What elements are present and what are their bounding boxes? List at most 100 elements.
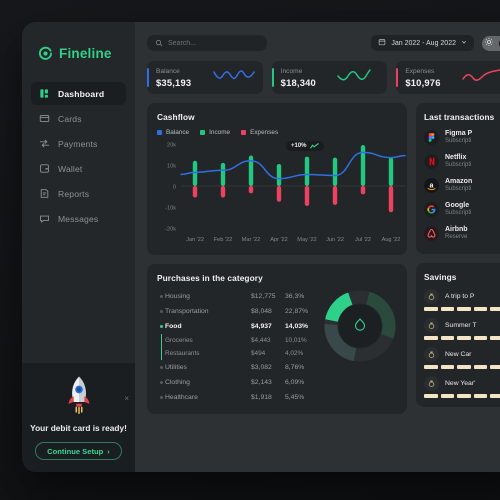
promo-text: Your debit card is ready! xyxy=(30,422,127,433)
category-bullet xyxy=(157,366,165,369)
svg-text:0: 0 xyxy=(173,185,176,191)
calendar-icon xyxy=(378,38,386,48)
svg-text:Jan '22: Jan '22 xyxy=(186,237,204,243)
transaction-row[interactable]: a Amazon Subscripti xyxy=(424,173,500,197)
category-bullet xyxy=(157,295,165,298)
theme-toggle[interactable] xyxy=(482,35,500,51)
transaction-name: Amazon xyxy=(445,178,473,185)
savings-goal-name: Summer T xyxy=(445,322,477,329)
savings-goal-row[interactable]: A trip to P xyxy=(424,289,500,311)
cashflow-panel: Cashflow Balance Income Expenses +10% 20… xyxy=(147,103,407,255)
dashboard-icon xyxy=(39,88,50,99)
purchases-panel: Purchases in the category Housing $12,775… xyxy=(147,264,407,414)
sidebar-item-reports[interactable]: Reports xyxy=(31,182,126,205)
stat-card-balance[interactable]: Balance $35,193 xyxy=(147,61,263,94)
category-percent: 36,3% xyxy=(285,293,305,300)
category-row[interactable]: Clothing $2,143 6,09% xyxy=(157,375,317,390)
transaction-name: Airbnb xyxy=(445,226,468,233)
progress-segment xyxy=(440,365,455,369)
date-range-picker[interactable]: Jan 2022 - Aug 2022 xyxy=(371,35,474,51)
svg-text:-10k: -10k xyxy=(165,206,176,212)
category-name: Transportation xyxy=(165,308,209,315)
sidebar-item-wallet[interactable]: Wallet xyxy=(31,157,126,180)
category-row[interactable]: Healthcare $1,918 5,45% xyxy=(157,390,317,405)
transaction-category: Subscripti xyxy=(445,138,472,144)
search-input[interactable] xyxy=(168,39,259,47)
rocket-icon xyxy=(57,373,101,417)
savings-goal-name: A trip to P xyxy=(445,293,475,300)
category-row[interactable]: Transportation $8,048 22,87% xyxy=(157,304,317,319)
sidebar-item-cards[interactable]: Cards xyxy=(31,107,126,130)
legend-label: Expenses xyxy=(250,129,279,136)
category-bullet xyxy=(157,310,165,313)
progress-segment xyxy=(457,365,471,369)
panel-grid: Cashflow Balance Income Expenses +10% 20… xyxy=(147,103,500,414)
transaction-row[interactable]: Netflix Subscripti xyxy=(424,149,500,173)
continue-setup-label: Continue Setup xyxy=(47,446,104,456)
app-window: Fineline Dashboard Cards Payments Wallet… xyxy=(22,22,500,472)
search-box[interactable] xyxy=(147,35,267,51)
savings-goal-row[interactable]: New Car xyxy=(424,347,500,369)
money-bag-icon xyxy=(424,289,439,304)
legend-item-income: Income xyxy=(200,129,230,136)
transaction-row[interactable]: Airbnb Reserve xyxy=(424,221,500,245)
transaction-row[interactable]: Figma P Subscripti xyxy=(424,125,500,149)
legend-swatch xyxy=(200,130,206,135)
stat-label: Expenses xyxy=(405,67,435,75)
subrow-connector xyxy=(157,334,165,347)
transaction-row[interactable]: Google Subscripti xyxy=(424,197,500,221)
balance-sparkline xyxy=(212,67,255,88)
category-donut xyxy=(323,289,397,363)
stat-cards: Balance $35,193 Income $18,340 Expenses … xyxy=(147,61,500,94)
continue-setup-button[interactable]: Continue Setup › xyxy=(35,442,122,460)
sidebar-item-payments[interactable]: Payments xyxy=(31,132,126,155)
legend-label: Balance xyxy=(166,129,190,136)
progress-segment xyxy=(424,365,438,369)
left-column: Cashflow Balance Income Expenses +10% 20… xyxy=(147,103,407,414)
cashflow-chart: 20k 10k 0 -10k -20k Jan '22 Feb '22 Mar '22 Apr … xyxy=(165,143,406,243)
progress-segment xyxy=(473,365,488,369)
legend-label: Income xyxy=(209,129,231,136)
category-amount: $494 xyxy=(251,350,266,357)
savings-goal-row[interactable]: New Year' xyxy=(424,376,500,398)
svg-text:Aug '22: Aug '22 xyxy=(382,237,401,243)
category-row[interactable]: Food $4,937 14,03% xyxy=(157,319,317,334)
category-subrow[interactable]: Restaurants $494 4,02% xyxy=(157,347,317,360)
category-row[interactable]: Utilities $3,082 8,76% xyxy=(157,360,317,375)
close-icon[interactable]: × xyxy=(124,394,129,403)
savings-goal-row[interactable]: Summer T xyxy=(424,318,500,340)
progress-segment xyxy=(440,307,455,311)
transaction-category: Reserve xyxy=(445,234,468,240)
category-row[interactable]: Housing $12,775 36,3% xyxy=(157,289,317,304)
cashflow-legend: Balance Income Expenses xyxy=(157,129,397,136)
money-bag-icon xyxy=(424,318,439,333)
reports-icon xyxy=(39,188,50,199)
savings-progress-bar xyxy=(424,365,500,369)
sidebar-item-label: Messages xyxy=(58,213,99,224)
svg-text:May '22: May '22 xyxy=(297,237,316,243)
progress-segment xyxy=(440,336,455,340)
expenses-sparkline xyxy=(462,67,500,88)
figma-logo-icon xyxy=(424,129,439,145)
income-sparkline xyxy=(337,67,379,88)
progress-segment xyxy=(473,336,488,340)
category-list: Housing $12,775 36,3% Transportation $8,048 2… xyxy=(157,289,317,405)
airbnb-logo-icon xyxy=(424,225,439,241)
sidebar-item-dashboard[interactable]: Dashboard xyxy=(31,82,126,105)
panel-title: Savings xyxy=(424,272,457,282)
category-bullet xyxy=(157,396,165,399)
legend-item-balance: Balance xyxy=(157,129,189,136)
sidebar-item-messages[interactable]: Messages xyxy=(31,207,126,230)
legend-item-expenses: Expenses xyxy=(241,129,278,136)
category-amount: $4,937 xyxy=(251,323,272,330)
money-bag-icon xyxy=(424,376,439,391)
category-percent: 10,01% xyxy=(285,337,307,344)
category-name: Food xyxy=(165,323,182,330)
transaction-name: Figma P xyxy=(445,130,473,137)
category-bullet xyxy=(157,381,165,384)
category-subrow[interactable]: Groceries $4,443 10,01% xyxy=(157,334,317,347)
messages-icon xyxy=(39,213,50,224)
stat-card-expenses[interactable]: Expenses $10,976 xyxy=(396,61,500,94)
progress-segment xyxy=(424,336,438,340)
stat-card-income[interactable]: Income $18,340 xyxy=(271,61,388,94)
